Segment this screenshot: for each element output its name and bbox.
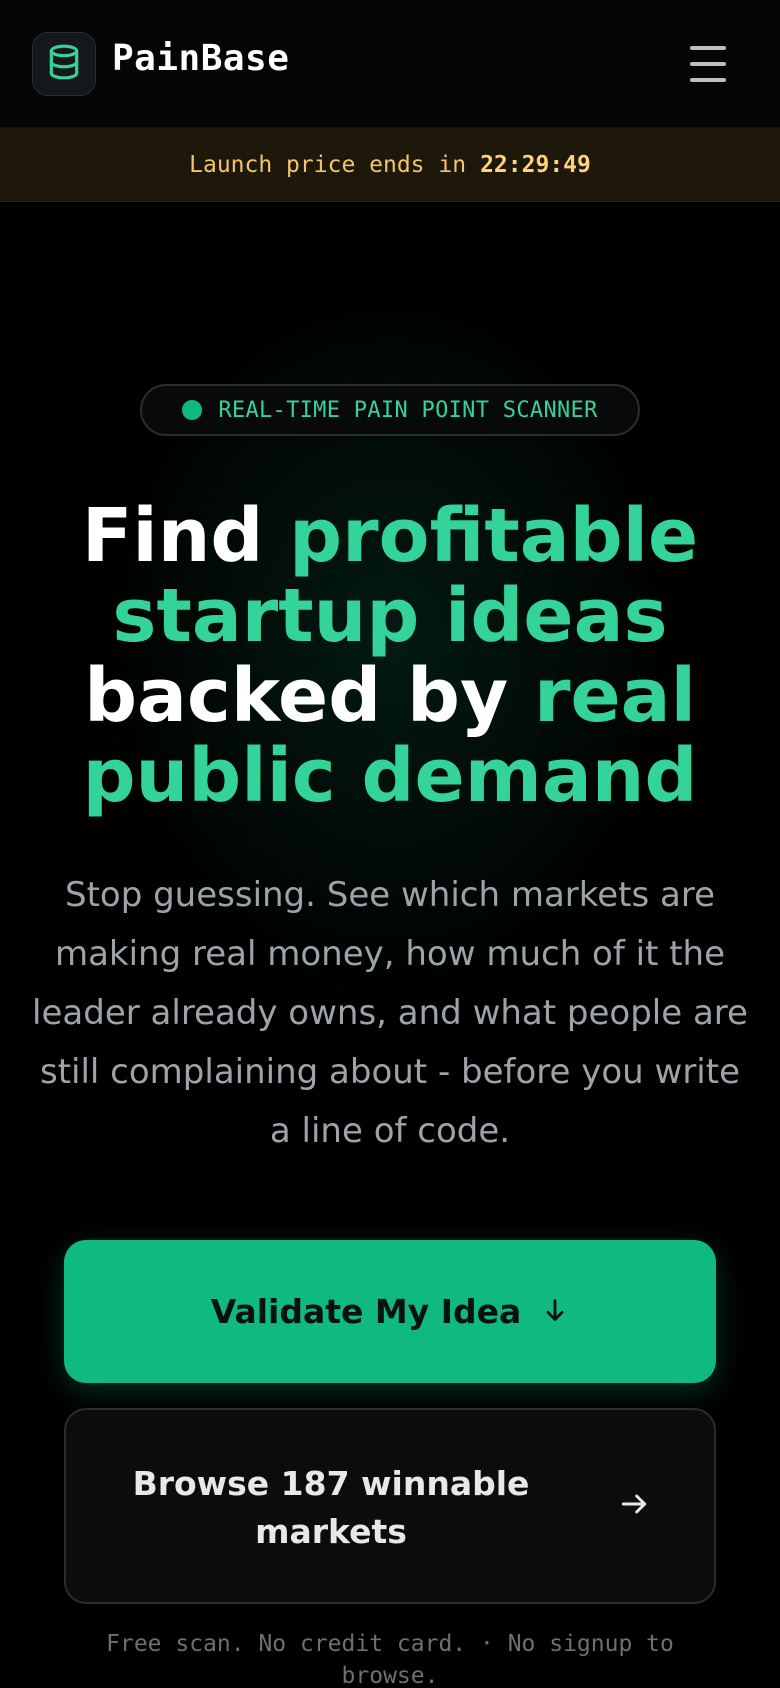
page: PainBase Launch price ends in 22:29:49 R… <box>0 0 780 1688</box>
headline-part-1: Find <box>81 493 290 579</box>
menu-button[interactable] <box>686 44 730 84</box>
browse-markets-label: Browse 187 winnable markets <box>132 1464 530 1551</box>
database-icon <box>45 43 83 85</box>
arrow-right-icon <box>618 1488 650 1524</box>
countdown-timer: 22:29:49 <box>480 151 591 178</box>
arrow-down-icon <box>541 1295 569 1329</box>
brand-name[interactable]: PainBase <box>112 38 289 79</box>
top-header: PainBase <box>0 0 780 128</box>
hero-subtext: Stop guessing. See which markets are mak… <box>32 875 748 1151</box>
logo[interactable] <box>32 32 96 96</box>
scanner-badge: REAL-TIME PAIN POINT SCANNER <box>140 384 640 436</box>
launch-price-banner: Launch price ends in 22:29:49 <box>0 128 780 202</box>
scanner-badge-label: REAL-TIME PAIN POINT SCANNER <box>218 397 598 423</box>
validate-idea-button[interactable]: Validate My Idea <box>64 1240 716 1383</box>
headline-part-3: backed by <box>84 653 534 739</box>
fineprint-text: Free scan. No credit card. · No signup t… <box>106 1631 674 1688</box>
status-dot-icon <box>182 400 203 420</box>
hero-headline: Find profitable startup ideas backed by … <box>40 496 740 816</box>
browse-markets-button[interactable]: Browse 187 winnable markets <box>64 1408 716 1604</box>
banner-text: Launch price ends in <box>189 151 467 178</box>
validate-idea-label: Validate My Idea <box>210 1292 522 1331</box>
